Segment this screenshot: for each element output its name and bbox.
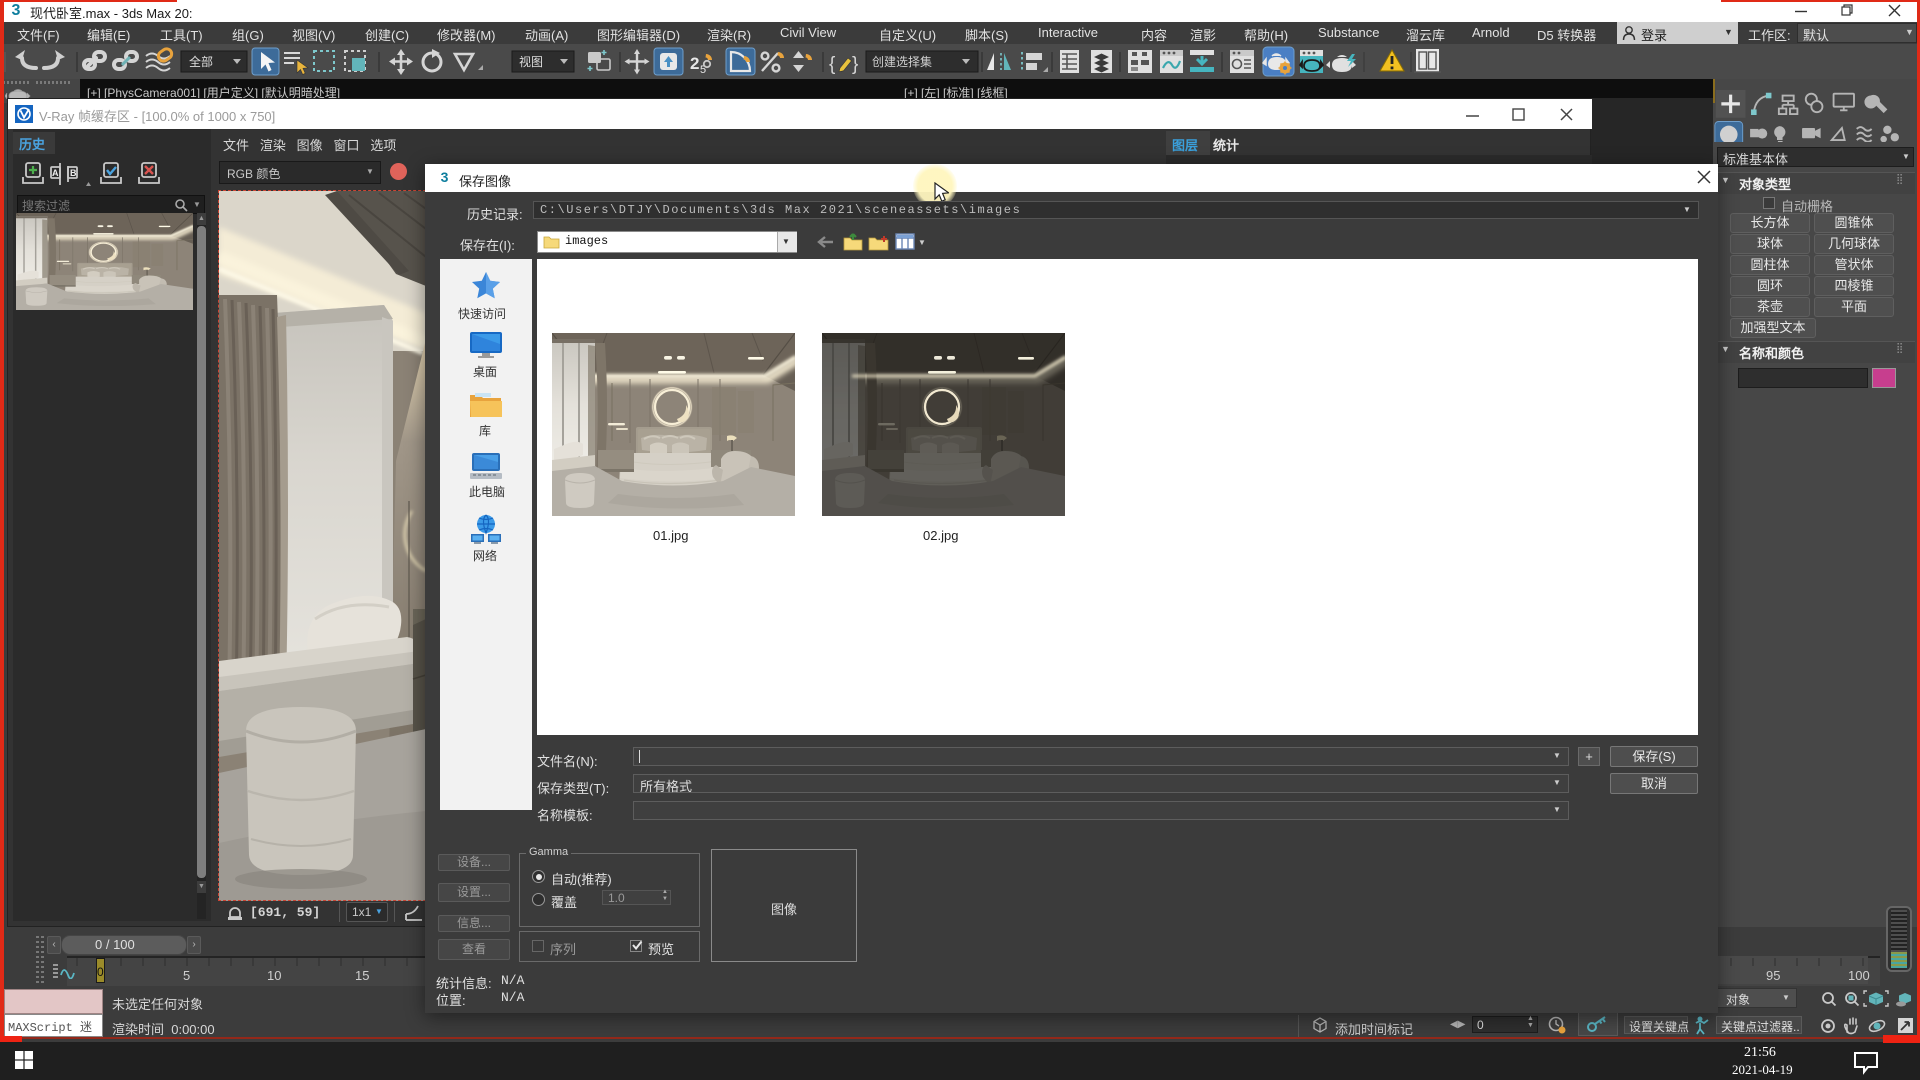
svg-text:2: 2 — [690, 54, 699, 73]
svg-text:5: 5 — [183, 968, 190, 983]
svg-text:创建选择集: 创建选择集 — [872, 54, 932, 69]
svg-text:全部: 全部 — [189, 54, 213, 69]
svg-text:15: 15 — [355, 968, 369, 983]
svg-text:95: 95 — [1766, 968, 1780, 983]
svg-text:{: { — [829, 54, 836, 75]
svg-text:10: 10 — [267, 968, 281, 983]
svg-text:B: B — [70, 168, 77, 178]
svg-text:A: A — [52, 168, 59, 178]
svg-text:视图: 视图 — [519, 54, 543, 69]
svg-text:100: 100 — [1848, 968, 1870, 983]
svg-text:}: } — [852, 54, 858, 75]
